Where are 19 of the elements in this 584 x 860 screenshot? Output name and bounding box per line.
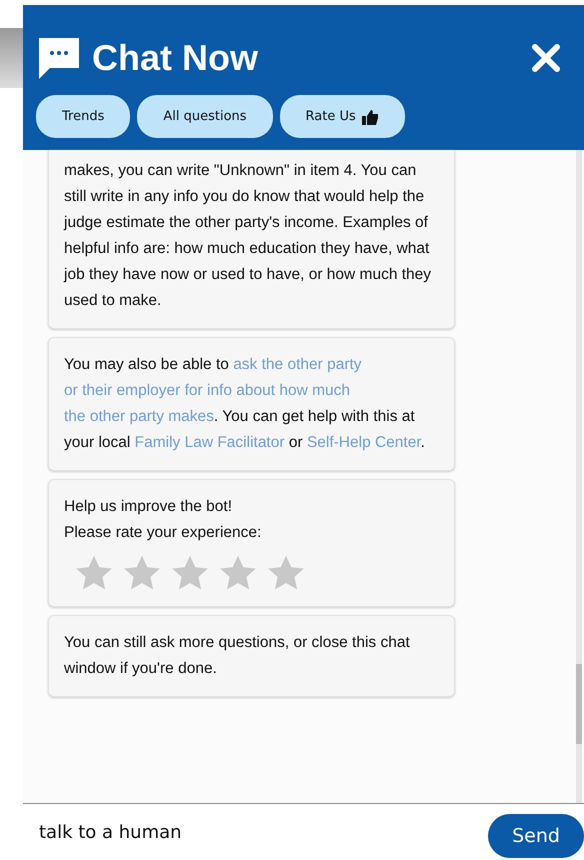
quick-button[interactable]: Rate Us [280,95,405,138]
star-icon[interactable] [122,554,162,592]
star-icon[interactable] [170,554,210,592]
message-text: Please rate your experience: [64,523,262,543]
star-icon[interactable] [74,554,114,592]
chat-bubble-icon [36,35,82,81]
star-icon[interactable] [218,554,258,592]
star-icon[interactable] [266,554,306,592]
scrollbar[interactable] [576,664,582,744]
chat-title: Chat Now [92,37,259,79]
message-text: makes, you can write "Unknown" in item 4. You can still write in any info you do know that would help the judge estimate the other party's income. Examples of helpful info are: how much education they have, what job they have now or used to have, or how much they used to make. [64,161,432,311]
message-input[interactable]: talk to a human [37,820,488,844]
send-button[interactable]: Send [488,814,584,858]
close-button[interactable] [530,42,562,74]
message-text: You can still ask more questions, or close this chat window if you're done. [64,633,411,679]
message-text: Help us improve the bot! [64,497,234,517]
message-text: You may also be able to ask the other party or their employer for info about how much the other party makes. You can get help with this at your local Family Law Facilitator or Self-Help Center. [64,355,426,453]
quick-button[interactable]: Trends [36,95,130,138]
quick-button[interactable]: All questions [137,95,273,138]
